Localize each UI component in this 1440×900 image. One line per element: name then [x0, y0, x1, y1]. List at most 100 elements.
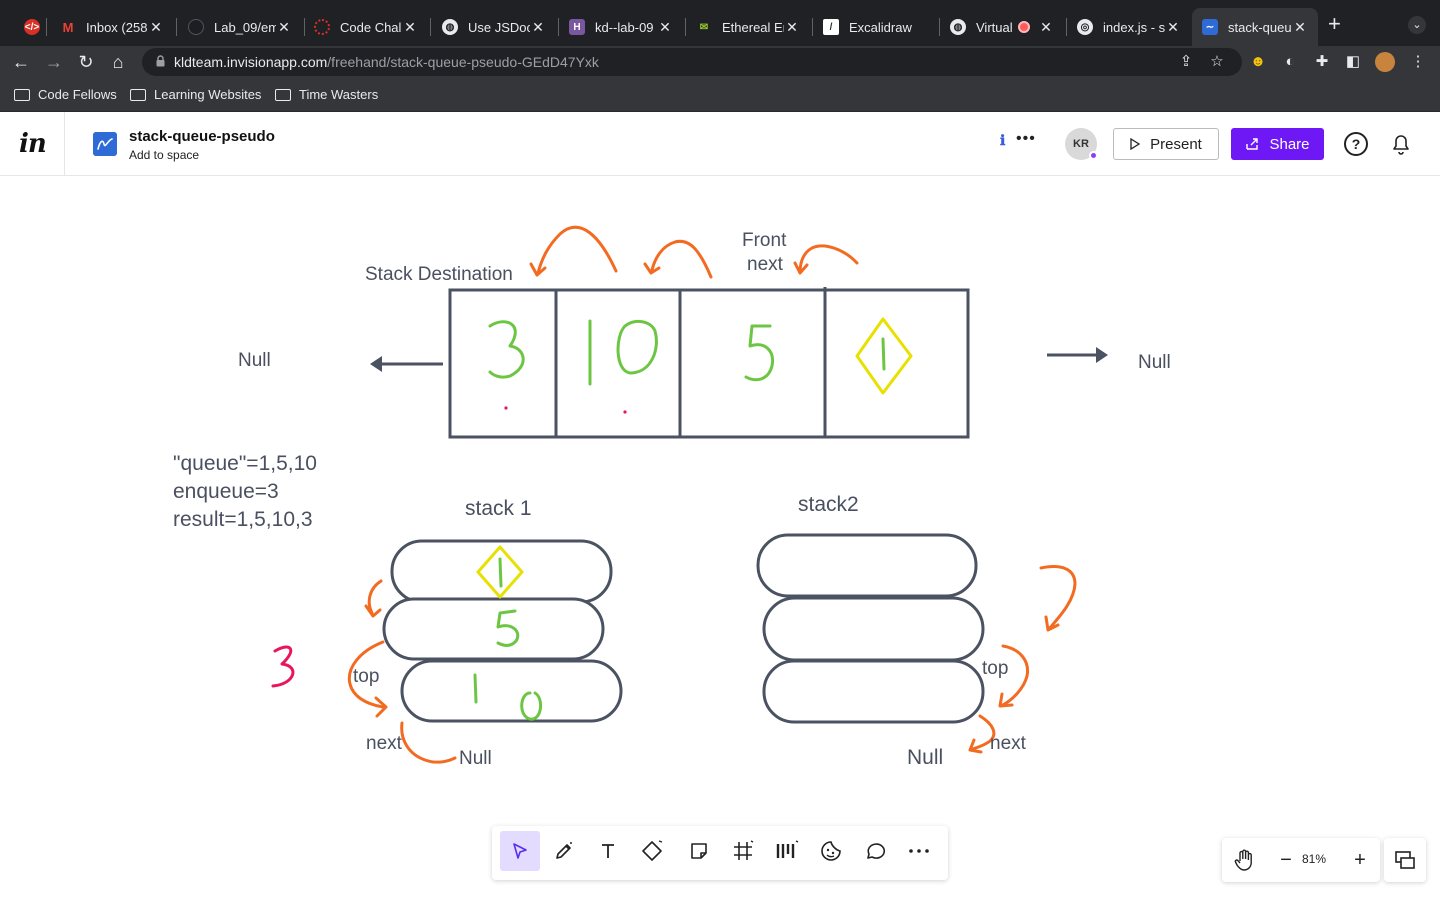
- share-button[interactable]: Share: [1231, 128, 1324, 160]
- extension-emoji-icon[interactable]: ☻: [1248, 52, 1268, 72]
- bell-icon[interactable]: [1390, 132, 1412, 156]
- tab-stack-queue[interactable]: ∼ stack-queu ✕: [1192, 8, 1318, 46]
- url-host: kldteam.invisionapp.com: [174, 54, 328, 70]
- tab-title: kd--lab-09: [595, 19, 654, 35]
- home-icon[interactable]: ⌂: [107, 51, 129, 73]
- add-to-space-link[interactable]: Add to space: [129, 148, 199, 162]
- pink-3-ink: [271, 645, 295, 688]
- tab-jsdoc[interactable]: ◍ Use JSDoc ✕: [432, 8, 556, 46]
- bookmark-learning-websites[interactable]: Learning Websites: [130, 87, 261, 102]
- ink-dot: [504, 406, 508, 410]
- label-null-left[interactable]: Null: [238, 350, 271, 372]
- stack1-pills[interactable]: [382, 539, 623, 723]
- new-tab-button[interactable]: +: [1328, 13, 1341, 35]
- folder-icon: [130, 88, 146, 101]
- label-top-stack2[interactable]: top: [982, 658, 1008, 680]
- shape-tool[interactable]: [632, 831, 672, 871]
- label-queue-line1[interactable]: "queue"=1,5,10: [173, 452, 317, 476]
- bookmark-time-wasters[interactable]: Time Wasters: [275, 87, 378, 102]
- tab-index-js[interactable]: ◎ index.js - s ✕: [1067, 8, 1191, 46]
- gmail-icon: M: [62, 19, 74, 35]
- more-options-icon[interactable]: •••: [1016, 130, 1036, 148]
- right-null-arrow[interactable]: [1047, 347, 1108, 363]
- close-icon[interactable]: ✕: [530, 19, 546, 36]
- tab-ethereal[interactable]: ✉ Ethereal En ✕: [686, 8, 810, 46]
- close-icon[interactable]: ✕: [1292, 19, 1308, 36]
- reload-icon[interactable]: ↻: [75, 51, 97, 73]
- side-panel-icon[interactable]: ◧: [1343, 52, 1363, 72]
- label-next-stack1[interactable]: next: [366, 733, 402, 755]
- tab-heroku[interactable]: H kd--lab-09 ✕: [559, 8, 683, 46]
- address-bar[interactable]: kldteam.invisionapp.com/freehand/stack-q…: [142, 48, 1242, 76]
- tab-virtual[interactable]: ◍ Virtual ✕: [940, 8, 1064, 46]
- label-queue-line3[interactable]: result=1,5,10,3: [173, 508, 313, 532]
- tab-github[interactable]: Lab_09/em ✕: [178, 8, 302, 46]
- label-queue-line2[interactable]: enqueue=3: [173, 480, 279, 504]
- zoom-level[interactable]: 81%: [1302, 852, 1326, 866]
- comment-tool[interactable]: [855, 831, 895, 871]
- sticky-note-tool[interactable]: [679, 831, 719, 871]
- label-null-stack1[interactable]: Null: [459, 748, 492, 770]
- whiteboard-canvas[interactable]: Stack Destination Front next Null Null "…: [0, 176, 1440, 900]
- extension-circle-icon[interactable]: ◐: [1280, 52, 1300, 72]
- text-tool[interactable]: [588, 831, 628, 871]
- browser-menu-icon[interactable]: ⋮: [1408, 52, 1428, 72]
- tab-pinned[interactable]: </>: [14, 8, 44, 46]
- zoom-out-button[interactable]: −: [1274, 848, 1298, 872]
- help-icon[interactable]: ?: [1344, 132, 1368, 156]
- label-null-right[interactable]: Null: [1138, 352, 1171, 374]
- label-stack2[interactable]: stack2: [798, 493, 859, 517]
- stack2-pills[interactable]: [756, 533, 985, 724]
- bookmark-star-icon[interactable]: ☆: [1207, 52, 1227, 72]
- select-tool[interactable]: [500, 831, 540, 871]
- close-icon[interactable]: ✕: [784, 19, 800, 36]
- tab-gmail[interactable]: M Inbox (258 ✕: [50, 8, 174, 46]
- globe-icon: ◍: [950, 19, 966, 35]
- tab-title: Ethereal En: [722, 19, 784, 35]
- share-page-icon[interactable]: ⇪: [1176, 52, 1196, 72]
- tab-search-button[interactable]: ⌄: [1408, 16, 1426, 34]
- label-front-next[interactable]: next: [747, 254, 783, 276]
- pen-tool[interactable]: [544, 831, 584, 871]
- queue-box[interactable]: [448, 287, 970, 439]
- frame-tool[interactable]: [723, 831, 763, 871]
- left-null-arrow[interactable]: [370, 356, 443, 372]
- tab-excalidraw[interactable]: / Excalidraw: [813, 8, 937, 46]
- drawing-layer: [271, 225, 1108, 764]
- forward-arrow-icon[interactable]: →: [43, 51, 65, 73]
- minimap-toggle[interactable]: [1384, 838, 1426, 882]
- bookmark-code-fellows[interactable]: Code Fellows: [14, 87, 117, 102]
- label-stack1[interactable]: stack 1: [465, 497, 532, 521]
- label-front[interactable]: Front: [742, 230, 786, 252]
- info-icon[interactable]: ℹ: [1000, 132, 1005, 149]
- tab-title: Excalidraw: [849, 19, 912, 35]
- label-null-stack2[interactable]: Null: [907, 746, 943, 770]
- close-icon[interactable]: ✕: [276, 19, 292, 36]
- close-icon[interactable]: ✕: [1038, 19, 1054, 36]
- app-header: in stack-queue-pseudo Add to space ℹ •••…: [0, 112, 1440, 176]
- tab-separator: [176, 18, 177, 36]
- sticker-tool[interactable]: [811, 831, 851, 871]
- queue-cell-5-ink: [744, 324, 775, 382]
- layout-tool[interactable]: [767, 831, 807, 871]
- orange-arrow: [793, 244, 859, 275]
- present-button[interactable]: Present: [1113, 128, 1219, 160]
- hand-tool-button[interactable]: [1230, 846, 1258, 874]
- columns-icon: [776, 840, 799, 858]
- invision-logo[interactable]: in: [19, 129, 47, 159]
- tab-code-challenge[interactable]: Code Chall ✕: [304, 8, 428, 46]
- close-icon[interactable]: ✕: [1165, 19, 1181, 36]
- close-icon[interactable]: ✕: [402, 19, 418, 36]
- label-next-stack2[interactable]: next: [990, 733, 1026, 755]
- close-icon[interactable]: ✕: [657, 19, 673, 36]
- extensions-puzzle-icon[interactable]: ✚: [1312, 52, 1332, 72]
- queue-cell-3-ink: [488, 320, 525, 379]
- profile-avatar-icon[interactable]: [1375, 52, 1395, 72]
- close-icon[interactable]: ✕: [148, 19, 164, 36]
- label-stack-destination[interactable]: Stack Destination: [365, 264, 513, 286]
- label-top-stack1[interactable]: top: [353, 666, 379, 688]
- back-arrow-icon[interactable]: ←: [10, 51, 32, 73]
- zoom-in-button[interactable]: +: [1348, 848, 1372, 872]
- more-tools-button[interactable]: [899, 831, 939, 871]
- doc-title[interactable]: stack-queue-pseudo: [129, 128, 275, 145]
